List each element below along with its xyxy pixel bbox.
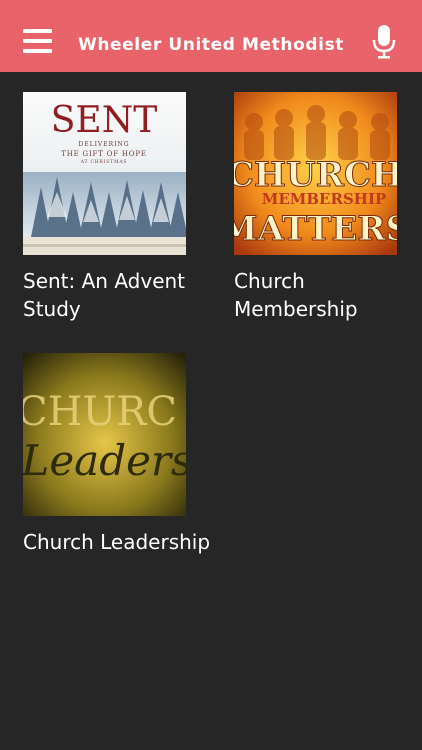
thumb-line: CHURCH xyxy=(234,155,397,195)
series-title: Church Leadership xyxy=(23,530,211,554)
series-card-leadership[interactable]: CHURC Leaders Church Leadership xyxy=(23,353,210,593)
thumb-line: MATTERS xyxy=(234,209,397,249)
series-title: Sent: An Advent Study xyxy=(23,269,186,321)
thumb-line: AT CHRISTMAS xyxy=(80,159,128,165)
thumb-line: CHURC xyxy=(23,389,177,435)
thumb-line: THE GIFT OF HOPE xyxy=(61,150,147,158)
thumb-headline: SENT xyxy=(51,100,157,141)
series-card-membership[interactable]: CHURCH MEMBERSHIP MATTERS Church Members… xyxy=(234,92,398,332)
page-title: Wheeler United Methodist xyxy=(77,35,345,55)
series-title: Church Membership xyxy=(234,269,358,321)
thumb-line: DELIVERING xyxy=(78,141,129,148)
series-thumbnail-sent: SENT DELIVERING THE GIFT OF HOPE AT CHRI… xyxy=(23,92,186,255)
thumb-line: Leaders xyxy=(23,436,186,485)
series-thumbnail-leadership: CHURC Leaders xyxy=(23,353,186,516)
series-thumbnail-membership: CHURCH MEMBERSHIP MATTERS xyxy=(234,92,397,255)
microphone-icon[interactable] xyxy=(372,25,396,59)
thumb-line: MEMBERSHIP xyxy=(262,190,387,208)
app-header: Wheeler United Methodist xyxy=(0,0,422,72)
series-card-sent[interactable]: SENT DELIVERING THE GIFT OF HOPE AT CHRI… xyxy=(23,92,187,332)
